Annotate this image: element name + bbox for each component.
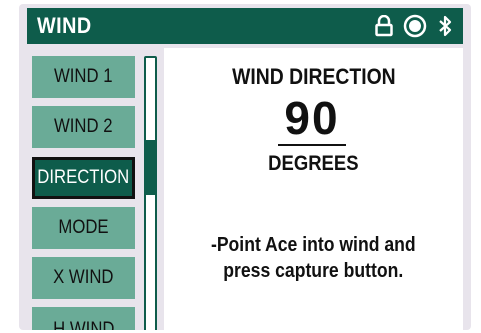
direction-unit: DEGREES xyxy=(164,152,463,176)
direction-value: 90 xyxy=(278,92,346,146)
content-title-text: WIND DIRECTION xyxy=(231,64,396,89)
direction-unit-text: DEGREES xyxy=(268,152,359,175)
bluetooth-icon xyxy=(437,14,453,38)
menu-scrollbar[interactable] xyxy=(144,56,157,330)
title-bar: WIND xyxy=(27,8,463,44)
status-icons xyxy=(375,14,453,38)
menu-item-mode[interactable]: MODE xyxy=(32,207,135,249)
scrollbar-thumb[interactable] xyxy=(146,140,155,195)
menu-item-label: H WIND xyxy=(52,319,115,330)
device-frame: WIND WIND 1 WIND 2 DIRECTION MODE X WIND… xyxy=(19,4,471,330)
instruction-line-1: -Point Ace into wind and xyxy=(211,234,416,256)
instruction-line-2: press capture button. xyxy=(223,260,404,282)
menu-item-wind-1[interactable]: WIND 1 xyxy=(32,56,135,98)
menu-item-x-wind[interactable]: X WIND xyxy=(32,257,135,299)
menu-item-label: WIND 2 xyxy=(54,116,113,137)
instruction-text: -Point Ace into wind and press capture b… xyxy=(164,232,463,284)
app-title: WIND xyxy=(37,13,92,38)
menu-item-label: MODE xyxy=(58,217,109,238)
content-title: WIND DIRECTION xyxy=(164,64,463,90)
menu-item-h-wind[interactable]: H WIND xyxy=(32,307,135,330)
menu-pane: WIND 1 WIND 2 DIRECTION MODE X WIND H WI… xyxy=(27,52,157,330)
menu-item-direction[interactable]: DIRECTION xyxy=(32,157,135,199)
menu-item-label: X WIND xyxy=(53,267,114,288)
menu-item-label: DIRECTION xyxy=(37,167,130,188)
menu-item-label: WIND 1 xyxy=(54,66,113,87)
record-icon xyxy=(403,14,427,38)
lock-icon xyxy=(375,15,393,37)
menu-item-wind-2[interactable]: WIND 2 xyxy=(32,106,135,148)
content-panel: WIND DIRECTION 90 DEGREES -Point Ace int… xyxy=(164,48,463,330)
